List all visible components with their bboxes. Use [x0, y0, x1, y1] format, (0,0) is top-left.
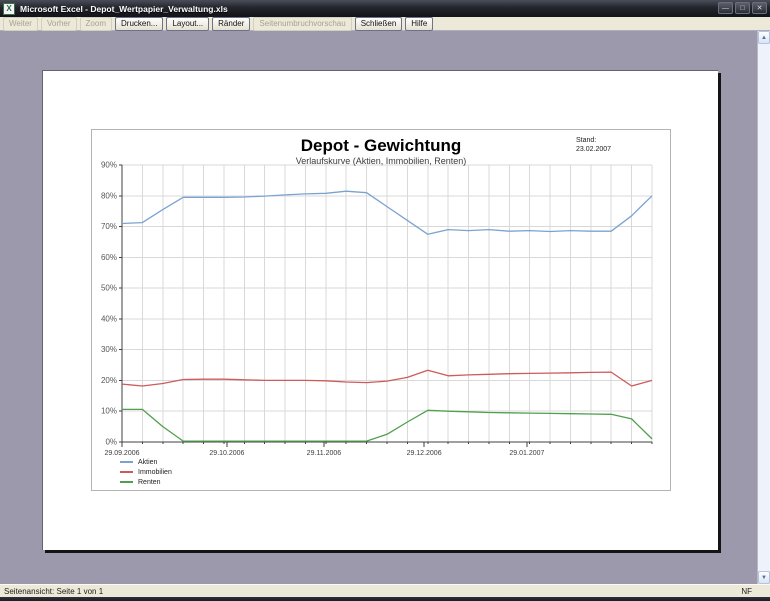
stand-date: 23.02.2007	[576, 145, 611, 154]
legend-label: Renten	[138, 479, 161, 486]
legend-line-icon	[120, 471, 133, 473]
excel-window: X Microsoft Excel - Depot_Wertpapier_Ver…	[0, 0, 770, 601]
status-bar: Seitenansicht: Seite 1 von 1 NF	[0, 584, 770, 597]
close-button[interactable]: ✕	[752, 2, 767, 14]
toolbar-button-weiter: Weiter	[3, 17, 38, 31]
svg-text:60%: 60%	[101, 253, 117, 262]
svg-text:29.12.2006: 29.12.2006	[407, 450, 442, 457]
svg-text:30%: 30%	[101, 345, 117, 354]
status-mode-indicator: NF	[741, 587, 752, 596]
svg-text:80%: 80%	[101, 191, 117, 200]
svg-text:50%: 50%	[101, 284, 117, 293]
print-preview-area: 0%10%20%30%40%50%60%70%80%90%29.09.20062…	[0, 31, 770, 584]
svg-text:29.01.2007: 29.01.2007	[509, 450, 544, 457]
svg-text:29.09.2006: 29.09.2006	[104, 450, 139, 457]
svg-text:29.11.2006: 29.11.2006	[307, 450, 342, 457]
preview-toolbar: WeiterVorherZoomDrucken...Layout...Rände…	[0, 17, 770, 31]
bottom-edge-strip	[0, 597, 770, 601]
restore-button[interactable]: □	[735, 2, 750, 14]
legend-label: Immobilien	[138, 469, 172, 476]
toolbar-button-rander[interactable]: Ränder	[212, 17, 250, 31]
preview-page: 0%10%20%30%40%50%60%70%80%90%29.09.20062…	[42, 70, 718, 550]
svg-text:20%: 20%	[101, 376, 117, 385]
stand-label: Stand:	[576, 136, 611, 145]
chart-legend: Aktien Immobilien Renten	[120, 457, 172, 487]
svg-text:0%: 0%	[105, 438, 117, 447]
legend-item-renten: Renten	[120, 477, 172, 487]
toolbar-button-layout[interactable]: Layout...	[166, 17, 209, 31]
chart-frame: 0%10%20%30%40%50%60%70%80%90%29.09.20062…	[91, 129, 671, 491]
svg-text:70%: 70%	[101, 222, 117, 231]
scroll-up-icon[interactable]: ▲	[758, 31, 770, 44]
toolbar-button-seitenumbruchvorschau: Seitenumbruchvorschau	[253, 17, 351, 31]
legend-line-icon	[120, 481, 133, 483]
svg-text:40%: 40%	[101, 314, 117, 323]
toolbar-button-drucken[interactable]: Drucken...	[115, 17, 163, 31]
toolbar-button-schliessen[interactable]: Schließen	[355, 17, 403, 31]
line-chart: 0%10%20%30%40%50%60%70%80%90%29.09.20062…	[92, 130, 672, 492]
svg-text:29.10.2006: 29.10.2006	[209, 450, 244, 457]
scroll-down-icon[interactable]: ▼	[758, 571, 770, 584]
svg-text:10%: 10%	[101, 407, 117, 416]
toolbar-button-zoom: Zoom	[80, 17, 112, 31]
toolbar-button-hilfe[interactable]: Hilfe	[405, 17, 433, 31]
legend-item-aktien: Aktien	[120, 457, 172, 467]
title-bar: X Microsoft Excel - Depot_Wertpapier_Ver…	[0, 0, 770, 17]
window-title: Microsoft Excel - Depot_Wertpapier_Verwa…	[20, 4, 228, 14]
legend-line-icon	[120, 461, 133, 463]
status-text: Seitenansicht: Seite 1 von 1	[4, 587, 103, 596]
toolbar-button-vorher: Vorher	[41, 17, 77, 31]
window-controls: — □ ✕	[718, 2, 767, 14]
stand-date-block: Stand: 23.02.2007	[576, 136, 611, 154]
legend-item-immobilien: Immobilien	[120, 467, 172, 477]
chart-subtitle: Verlaufskurve (Aktien, Immobilien, Rente…	[92, 156, 670, 166]
legend-label: Aktien	[138, 459, 157, 466]
minimize-button[interactable]: —	[718, 2, 733, 14]
excel-app-icon: X	[3, 3, 15, 15]
vertical-scrollbar[interactable]: ▲ ▼	[757, 31, 770, 584]
